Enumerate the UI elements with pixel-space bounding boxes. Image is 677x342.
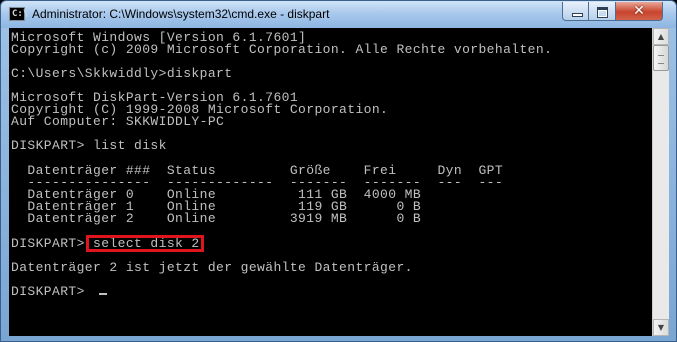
- maximize-icon: [597, 7, 608, 18]
- close-button[interactable]: ✕: [616, 2, 663, 21]
- text-cursor: [99, 293, 107, 295]
- disk-table-row: Datenträger 2 Online 3919 MB 0 B: [11, 211, 422, 226]
- minimize-button[interactable]: [562, 2, 589, 21]
- window-title: Administrator: C:\Windows\system32\cmd.e…: [32, 7, 330, 21]
- highlight-box-select-disk: [86, 235, 204, 252]
- console-line: Datenträger 2 ist jetzt der gewählte Dat…: [11, 260, 413, 275]
- vertical-scrollbar[interactable]: ▲ ▼: [652, 28, 669, 336]
- console-line: Auf Computer: SKKWIDDLY-PC: [11, 114, 225, 129]
- console-line: C:\Users\Skkwiddly>diskpart: [11, 66, 233, 81]
- title-bar[interactable]: C:\ Administrator: C:\Windows\system32\c…: [1, 1, 676, 28]
- close-icon: ✕: [633, 3, 645, 19]
- grip-icon: [658, 55, 664, 64]
- minimize-icon: [572, 13, 583, 17]
- cmd-app-icon-glyph: C:\: [12, 9, 29, 19]
- cmd-app-icon[interactable]: C:\: [9, 7, 29, 21]
- scroll-up-arrow-icon[interactable]: ▲: [653, 28, 669, 45]
- maximize-button[interactable]: [589, 2, 616, 21]
- console-window: C:\ Administrator: C:\Windows\system32\c…: [0, 0, 677, 342]
- console-line: DISKPART> list disk: [11, 138, 167, 153]
- console-output[interactable]: Microsoft Windows [Version 6.1.7601] Cop…: [9, 28, 652, 336]
- scroll-down-arrow-icon[interactable]: ▼: [653, 319, 669, 336]
- scroll-thumb[interactable]: [653, 45, 669, 71]
- diskpart-prompt: DISKPART>: [11, 284, 94, 299]
- console-line: Copyright (c) 2009 Microsoft Corporation…: [11, 42, 553, 57]
